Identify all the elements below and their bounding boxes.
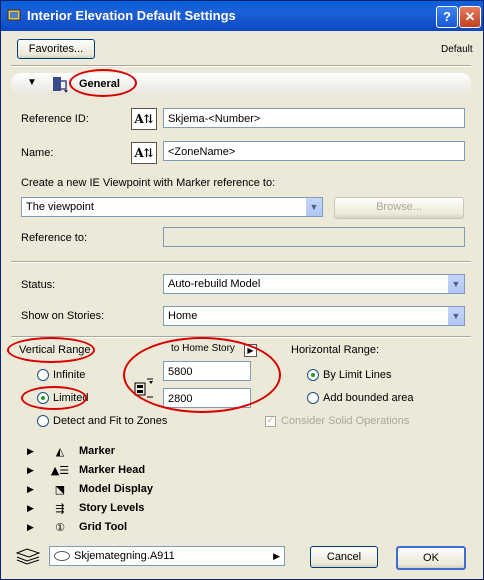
model-display-icon: ⬔ [54, 483, 66, 496]
panel-story-levels[interactable]: ▶ ⇶ Story Levels [15, 500, 471, 518]
panel-label: Marker [79, 445, 116, 457]
chevron-right-icon: ▶ [273, 551, 280, 561]
add-bounded-area-label: Add bounded area [323, 392, 414, 404]
autotext-icon[interactable]: A⇅ [131, 108, 157, 130]
highlight-ring [7, 337, 95, 363]
by-limit-lines-radio[interactable] [307, 369, 319, 381]
reference-to-label: Reference to: [21, 232, 88, 244]
viewpoint-value: The viewpoint [26, 201, 94, 213]
story-levels-icon: ⇶ [55, 502, 65, 515]
horizontal-range-label: Horizontal Range: [291, 344, 380, 356]
highlight-ring [21, 386, 87, 410]
app-icon [7, 9, 21, 21]
panel-marker[interactable]: ▶ ◭ Marker [15, 443, 471, 461]
detect-fit-zones-radio[interactable] [37, 415, 49, 427]
divider [11, 65, 471, 67]
viewpoint-select[interactable]: The viewpoint ▼ [21, 197, 323, 217]
window-title: Interior Elevation Default Settings [27, 8, 236, 23]
create-viewpoint-label: Create a new IE Viewpoint with Marker re… [21, 177, 276, 189]
close-button[interactable]: ✕ [459, 6, 481, 28]
layer-visible-icon [54, 551, 70, 562]
infinite-label: Infinite [53, 369, 86, 381]
panel-grid-tool[interactable]: ▶ ① Grid Tool [15, 519, 471, 537]
panel-label: Model Display [79, 483, 153, 495]
expand-triangle-icon: ▶ [27, 466, 34, 476]
name-label: Name: [21, 147, 54, 159]
show-on-stories-label: Show on Stories: [21, 310, 105, 322]
chevron-down-icon: ▼ [305, 198, 322, 216]
expand-triangle-icon: ▶ [27, 485, 34, 495]
browse-button: Browse... [334, 197, 464, 219]
status-select[interactable]: Auto-rebuild Model ▼ [163, 274, 465, 294]
reference-to-field [163, 227, 465, 247]
cancel-button[interactable]: Cancel [310, 546, 378, 568]
detect-fit-zones-label: Detect and Fit to Zones [53, 415, 168, 427]
divider [11, 336, 471, 338]
general-icon [53, 77, 68, 93]
reference-id-field[interactable]: Skjema-<Number> [163, 108, 465, 128]
chevron-down-icon: ▼ [447, 275, 464, 293]
by-limit-lines-label: By Limit Lines [323, 369, 392, 381]
show-on-stories-value: Home [168, 310, 198, 322]
dialog-window: Interior Elevation Default Settings ? ✕ … [0, 0, 484, 580]
grid-tool-icon: ① [55, 521, 65, 534]
highlight-ring [69, 69, 137, 97]
status-value: Auto-rebuild Model [168, 278, 261, 290]
autotext-icon[interactable]: A⇅ [131, 142, 157, 164]
expand-triangle-icon: ▶ [27, 523, 34, 533]
title-bar: Interior Elevation Default Settings ? ✕ [1, 1, 483, 31]
panel-label: Marker Head [79, 464, 146, 476]
favorites-button[interactable]: Favorites... [17, 39, 95, 59]
layer-value: Skjemategning.A911 [74, 550, 175, 562]
ok-button[interactable]: OK [396, 546, 466, 570]
panel-marker-head[interactable]: ▶ ▲☰ Marker Head [15, 462, 471, 480]
expand-triangle-icon: ▶ [27, 504, 34, 514]
consider-solid-checkbox: ✓ [265, 416, 276, 427]
layer-select[interactable]: Skjemategning.A911 ▶ [49, 546, 285, 566]
name-field[interactable]: <ZoneName> [163, 141, 465, 161]
help-button[interactable]: ? [436, 6, 458, 28]
layers-icon [15, 548, 41, 565]
default-label: Default [441, 44, 473, 55]
chevron-down-icon: ▼ [447, 307, 464, 325]
panel-label: Story Levels [79, 502, 145, 514]
add-bounded-area-radio[interactable] [307, 392, 319, 404]
marker-head-icon: ▲☰ [50, 464, 70, 477]
divider [11, 261, 471, 263]
panel-model-display[interactable]: ▶ ⬔ Model Display [15, 481, 471, 499]
collapse-triangle-icon[interactable]: ▼ [27, 77, 37, 88]
infinite-radio[interactable] [37, 369, 49, 381]
status-label: Status: [21, 279, 56, 291]
marker-icon: ◭ [55, 445, 65, 458]
reference-id-label: Reference ID: [21, 113, 89, 125]
expand-triangle-icon: ▶ [27, 447, 34, 457]
panel-label: Grid Tool [79, 521, 128, 533]
show-on-stories-select[interactable]: Home ▼ [163, 306, 465, 326]
consider-solid-label: Consider Solid Operations [281, 415, 410, 427]
highlight-ring [123, 337, 281, 413]
